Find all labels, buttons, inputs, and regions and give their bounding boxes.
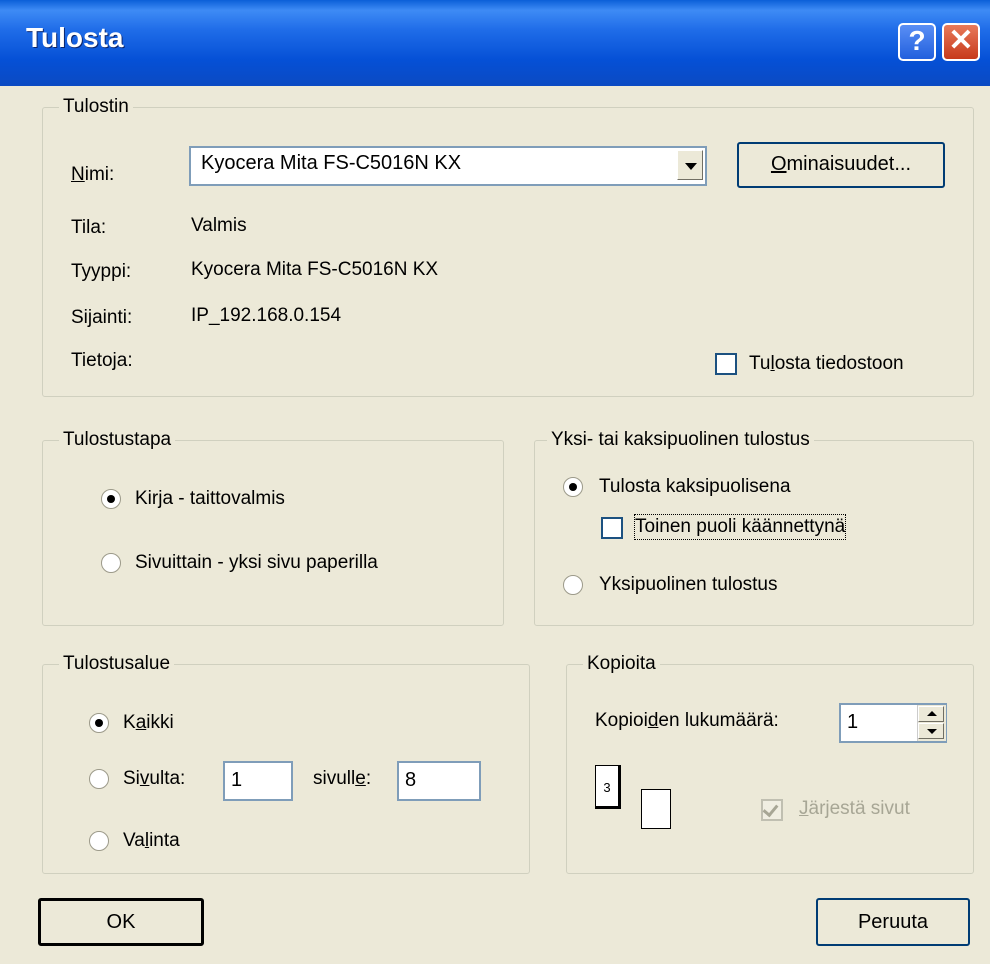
print-range-legend: Tulostusalue — [59, 653, 175, 675]
option-duplex-label[interactable]: Tulosta kaksipuolisena — [599, 475, 791, 499]
dialog-title: Tulosta — [26, 22, 124, 53]
printer-name-label: Nimi: — [71, 164, 115, 185]
location-label: Sijainti: — [71, 307, 133, 328]
copies-group: Kopioita Kopioiden lukumäärä: 1 3 Järjes… — [566, 653, 974, 874]
close-button[interactable]: ✕ — [942, 23, 980, 61]
option-all-label[interactable]: Kaikki — [123, 711, 174, 735]
cancel-button[interactable]: Peruuta — [816, 898, 970, 946]
spin-down-icon[interactable] — [918, 723, 944, 739]
collate-checkbox[interactable] — [761, 799, 783, 821]
print-to-file-checkbox[interactable] — [715, 353, 737, 375]
title-bar[interactable]: Tulosta ? ✕ — [0, 0, 990, 86]
option-simplex-label[interactable]: Yksipuolinen tulostus — [599, 573, 778, 597]
option-page-range-label[interactable]: Sivulta: — [123, 767, 185, 791]
duplex-legend: Yksi- tai kaksipuolinen tulostus — [547, 429, 814, 451]
print-method-group: Tulostustapa Kirja - taittovalmis Sivuit… — [42, 429, 504, 626]
type-label: Tyyppi: — [71, 261, 132, 282]
status-label: Tila: — [71, 217, 107, 238]
status-value: Valmis — [191, 215, 247, 236]
type-value: Kyocera Mita FS-C5016N KX — [191, 259, 439, 280]
print-to-file-label[interactable]: Tulosta tiedostoon — [749, 352, 904, 376]
option-pages-label[interactable]: Sivuittain - yksi sivu paperilla — [135, 551, 378, 575]
duplex-group: Yksi- tai kaksipuolinen tulostus Tulosta… — [534, 429, 974, 626]
radio-pages[interactable] — [101, 553, 121, 573]
copies-count-label: Kopioiden lukumäärä: — [595, 710, 779, 731]
properties-button[interactable]: Ominaisuudet... — [737, 142, 945, 188]
copies-spinner[interactable] — [917, 705, 946, 741]
printer-name-value: Kyocera Mita FS-C5016N KX — [201, 152, 462, 174]
ok-button[interactable]: OK — [38, 898, 204, 946]
location-value: IP_192.168.0.154 — [191, 305, 342, 326]
radio-all[interactable] — [89, 713, 109, 733]
radio-selection[interactable] — [89, 831, 109, 851]
to-page-label: sivulle: — [313, 768, 372, 789]
option-selection-label[interactable]: Valinta — [123, 829, 180, 853]
printer-group: Tulostin Nimi: Kyocera Mita FS-C5016N KX… — [42, 96, 974, 397]
print-range-group: Tulostusalue Kaikki Sivulta: 1 sivulle: … — [42, 653, 530, 874]
collate-page-icon-back: 3 — [595, 765, 621, 809]
comment-label: Tietoja: — [71, 350, 133, 371]
flip-checkbox-label[interactable]: Toinen puoli käännettynä — [633, 514, 847, 540]
print-dialog: Tulosta ? ✕ Tulostin Nimi: Kyocera Mita … — [0, 0, 990, 964]
printer-group-legend: Tulostin — [59, 96, 133, 118]
collate-page-icon-front — [641, 789, 671, 829]
radio-book[interactable] — [101, 489, 121, 509]
radio-page-range[interactable] — [89, 769, 109, 789]
help-button[interactable]: ? — [898, 23, 936, 61]
radio-duplex[interactable] — [563, 477, 583, 497]
spin-up-icon[interactable] — [918, 706, 944, 722]
option-book-label[interactable]: Kirja - taittovalmis — [135, 487, 285, 511]
from-page-input[interactable]: 1 — [223, 761, 293, 801]
flip-checkbox[interactable] — [601, 517, 623, 539]
dropdown-arrow-icon[interactable] — [677, 150, 703, 180]
radio-simplex[interactable] — [563, 575, 583, 595]
copies-legend: Kopioita — [583, 653, 660, 675]
collate-label[interactable]: Järjestä sivut — [799, 797, 910, 821]
to-page-input[interactable]: 8 — [397, 761, 481, 801]
printer-name-select[interactable]: Kyocera Mita FS-C5016N KX — [189, 146, 707, 186]
print-method-legend: Tulostustapa — [59, 429, 176, 451]
page-number: 3 — [603, 780, 611, 795]
